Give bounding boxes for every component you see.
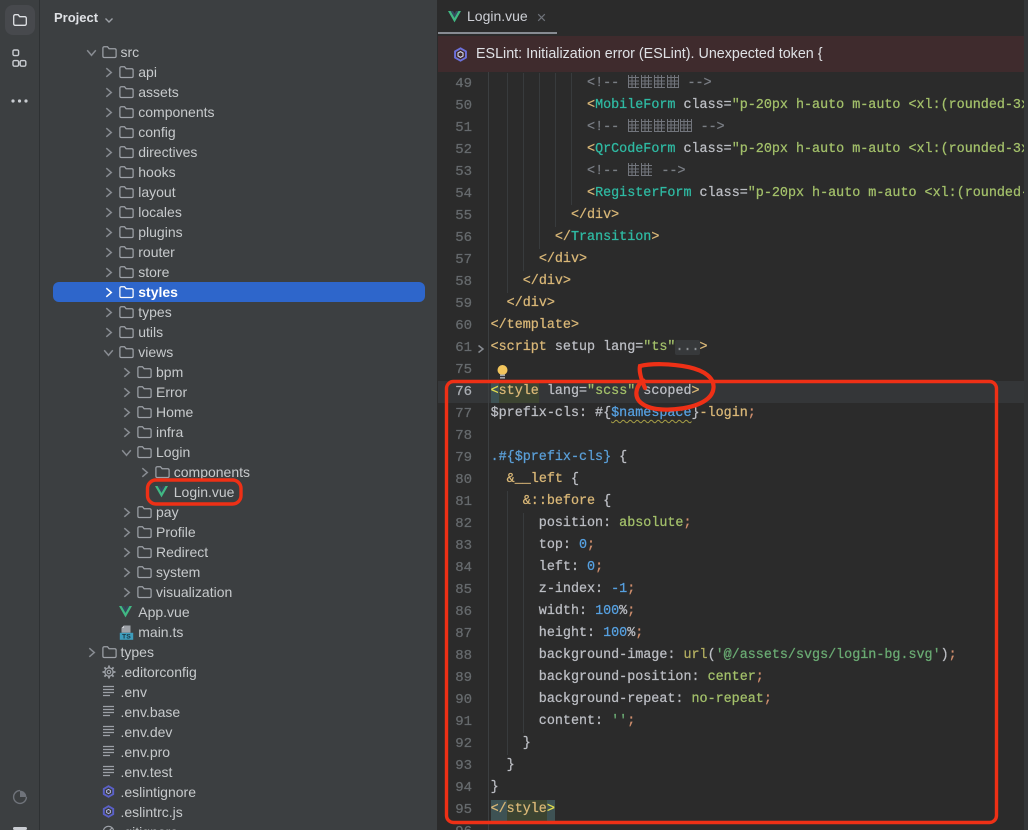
svg-text:TS: TS: [122, 634, 131, 640]
